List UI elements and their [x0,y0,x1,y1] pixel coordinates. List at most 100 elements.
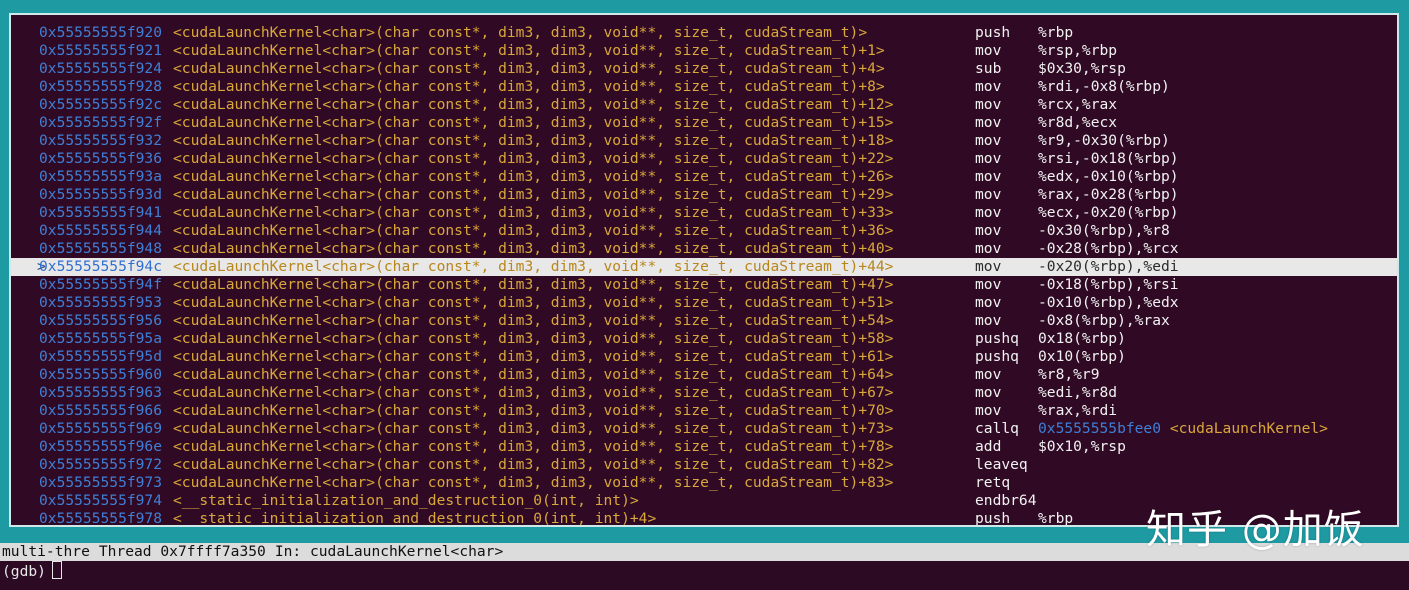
disassembly-panel[interactable]: 0x55555555f920 <cudaLaunchKernel<char>(ch… [9,13,1399,527]
asm-address: 0x55555555f95d [39,348,163,365]
asm-operands: %rdi,-0x8(%rbp) [1038,78,1170,95]
asm-row[interactable]: 0x55555555f969 <cudaLaunchKernel<char>(ch… [11,420,1397,438]
asm-operands: %ecx,-0x20(%rbp) [1038,204,1179,221]
asm-operands: 0x10(%rbp) [1038,348,1126,365]
asm-symbol: <cudaLaunchKernel<char>(char const*, dim… [173,384,894,401]
asm-operands: -0x30(%rbp),%r8 [1038,222,1170,239]
asm-mnemonic: mov [975,276,1002,293]
asm-symbol: <cudaLaunchKernel<char>(char const*, dim… [173,330,894,347]
asm-symbol: <cudaLaunchKernel<char>(char const*, dim… [173,312,894,329]
asm-symbol: <cudaLaunchKernel<char>(char const*, dim… [173,276,894,293]
asm-symbol: <cudaLaunchKernel<char>(char const*, dim… [173,366,894,383]
asm-symbol: <__static_initialization_and_destruction… [173,510,657,527]
asm-row[interactable]: 0x55555555f941 <cudaLaunchKernel<char>(ch… [11,204,1397,222]
asm-address: 0x55555555f956 [39,312,163,329]
asm-row[interactable]: 0x55555555f953 <cudaLaunchKernel<char>(ch… [11,294,1397,312]
status-target: multi-thre [2,543,90,560]
asm-row[interactable]: 0x55555555f924 <cudaLaunchKernel<char>(ch… [11,60,1397,78]
asm-mnemonic: add [975,438,1002,455]
asm-row[interactable]: 0x55555555f92c <cudaLaunchKernel<char>(ch… [11,96,1397,114]
asm-mnemonic: mov [975,384,1002,401]
asm-operands: %rbp [1038,24,1074,41]
asm-mnemonic: mov [975,312,1002,329]
asm-mnemonic: mov [975,114,1002,131]
disassembly-rows: 0x55555555f920 <cudaLaunchKernel<char>(ch… [11,24,1397,527]
asm-row[interactable]: 0x55555555f973 <cudaLaunchKernel<char>(ch… [11,474,1397,492]
asm-symbol: <cudaLaunchKernel<char>(char const*, dim… [173,240,894,257]
asm-row[interactable]: 0x55555555f921 <cudaLaunchKernel<char>(ch… [11,42,1397,60]
asm-mnemonic: mov [975,402,1002,419]
gdb-command-line[interactable]: (gdb) [2,561,62,581]
asm-address: 0x55555555f93d [39,186,163,203]
asm-operands: -0x28(%rbp),%rcx [1038,240,1179,257]
asm-row[interactable]: 0x55555555f94f <cudaLaunchKernel<char>(ch… [11,276,1397,294]
asm-operands: 0x18(%rbp) [1038,330,1126,347]
asm-symbol: <cudaLaunchKernel<char>(char const*, dim… [173,42,885,59]
asm-operands: %rsi,-0x18(%rbp) [1038,150,1179,167]
asm-symbol: <cudaLaunchKernel<char>(char const*, dim… [173,438,894,455]
status-location: In: cudaLaunchKernel<char> [274,543,504,560]
asm-address: 0x55555555f973 [39,474,163,491]
asm-symbol: <cudaLaunchKernel<char>(char const*, dim… [173,294,894,311]
asm-address: 0x55555555f94c [39,258,163,275]
asm-row[interactable]: 0x55555555f972 <cudaLaunchKernel<char>(ch… [11,456,1397,474]
asm-row[interactable]: 0x55555555f928 <cudaLaunchKernel<char>(ch… [11,78,1397,96]
asm-symbol: <cudaLaunchKernel<char>(char const*, dim… [173,168,894,185]
asm-operands: %edx,-0x10(%rbp) [1038,168,1179,185]
asm-address: 0x55555555f92c [39,96,163,113]
text-cursor [51,561,62,579]
asm-mnemonic: mov [975,78,1002,95]
asm-symbol: <cudaLaunchKernel<char>(char const*, dim… [173,24,868,41]
asm-mnemonic: leaveq [975,456,1028,473]
asm-row[interactable]: 0x55555555f966 <cudaLaunchKernel<char>(ch… [11,402,1397,420]
asm-mnemonic: mov [975,204,1002,221]
gdb-prompt: (gdb) [2,563,46,580]
asm-symbol: <cudaLaunchKernel<char>(char const*, dim… [173,186,894,203]
asm-row[interactable]: 0x55555555f93a <cudaLaunchKernel<char>(ch… [11,168,1397,186]
asm-address: 0x55555555f924 [39,60,163,77]
asm-operands: %rcx,%rax [1038,96,1118,113]
asm-address: 0x55555555f92f [39,114,163,131]
asm-row[interactable]: 0x55555555f936 <cudaLaunchKernel<char>(ch… [11,150,1397,168]
asm-row[interactable]: 0x55555555f956 <cudaLaunchKernel<char>(ch… [11,312,1397,330]
asm-operands: $0x30,%rsp [1038,60,1126,77]
asm-row[interactable]: 0x55555555f960 <cudaLaunchKernel<char>(ch… [11,366,1397,384]
asm-symbol: <cudaLaunchKernel<char>(char const*, dim… [173,222,894,239]
asm-row[interactable]: 0x55555555f944 <cudaLaunchKernel<char>(ch… [11,222,1397,240]
asm-symbol: <cudaLaunchKernel<char>(char const*, dim… [173,78,885,95]
asm-mnemonic: mov [975,168,1002,185]
asm-row-current[interactable]: >0x55555555f94c <cudaLaunchKernel<char>(c… [11,258,1397,276]
asm-symbol: <cudaLaunchKernel<char>(char const*, dim… [173,114,894,131]
asm-operands: %rbp [1038,510,1074,527]
asm-row[interactable]: 0x55555555f95d <cudaLaunchKernel<char>(ch… [11,348,1397,366]
asm-row[interactable]: 0x55555555f95a <cudaLaunchKernel<char>(ch… [11,330,1397,348]
asm-address: 0x55555555f948 [39,240,163,257]
asm-mnemonic: mov [975,150,1002,167]
asm-address: 0x55555555f936 [39,150,163,167]
asm-row[interactable]: 0x55555555f963 <cudaLaunchKernel<char>(ch… [11,384,1397,402]
asm-row[interactable]: 0x55555555f92f <cudaLaunchKernel<char>(ch… [11,114,1397,132]
asm-address: 0x55555555f921 [39,42,163,59]
asm-operands: -0x10(%rbp),%edx [1038,294,1179,311]
asm-symbol: <cudaLaunchKernel<char>(char const*, dim… [173,402,894,419]
asm-symbol: <cudaLaunchKernel<char>(char const*, dim… [173,258,894,275]
asm-row[interactable]: 0x55555555f920 <cudaLaunchKernel<char>(ch… [11,24,1397,42]
asm-address: 0x55555555f969 [39,420,163,437]
asm-symbol: <cudaLaunchKernel<char>(char const*, dim… [173,204,894,221]
asm-mnemonic: push [975,510,1011,527]
asm-operands: %rsp,%rbp [1038,42,1118,59]
asm-row[interactable]: 0x55555555f96e <cudaLaunchKernel<char>(ch… [11,438,1397,456]
asm-symbol: <cudaLaunchKernel<char>(char const*, dim… [173,150,894,167]
asm-symbol: <cudaLaunchKernel<char>(char const*, dim… [173,96,894,113]
asm-row[interactable]: 0x55555555f932 <cudaLaunchKernel<char>(ch… [11,132,1397,150]
asm-symbol: <__static_initialization_and_destruction… [173,492,639,509]
asm-symbol: <cudaLaunchKernel<char>(char const*, dim… [173,474,894,491]
asm-row[interactable]: 0x55555555f93d <cudaLaunchKernel<char>(ch… [11,186,1397,204]
asm-mnemonic: endbr64 [975,492,1037,509]
asm-symbol: <cudaLaunchKernel<char>(char const*, dim… [173,456,894,473]
asm-row[interactable]: 0x55555555f948 <cudaLaunchKernel<char>(ch… [11,240,1397,258]
asm-operands: %rax,%rdi [1038,402,1118,419]
call-target-address: 0x5555555bfee0 [1038,420,1162,437]
asm-mnemonic: mov [975,186,1002,203]
asm-symbol: <cudaLaunchKernel<char>(char const*, dim… [173,348,894,365]
